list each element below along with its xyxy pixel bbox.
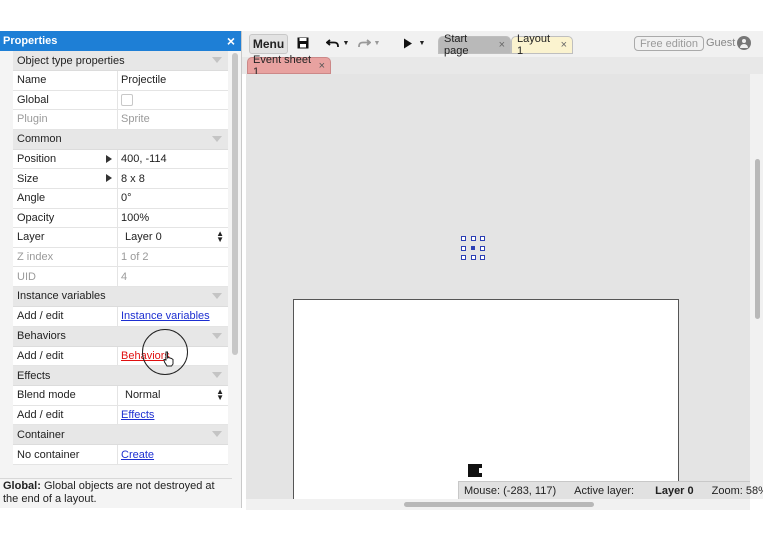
- prop-row-name: Name Projectile: [13, 71, 228, 91]
- play-icon[interactable]: [402, 35, 414, 51]
- section-object-type[interactable]: Object type properties: [13, 51, 228, 71]
- collapse-icon[interactable]: [212, 292, 222, 299]
- create-container-link[interactable]: Create: [121, 449, 154, 461]
- redo-icon[interactable]: [357, 35, 371, 51]
- resize-handle[interactable]: [480, 245, 485, 251]
- resize-handle[interactable]: [480, 255, 485, 260]
- zoom-level: Zoom: 58%: [711, 484, 763, 497]
- canvas-vertical-scrollbar[interactable]: [750, 74, 763, 499]
- prop-row-global: Global: [13, 90, 228, 111]
- redo-dropdown-icon[interactable]: ▼: [373, 35, 381, 51]
- position-field[interactable]: 400, -114: [118, 150, 228, 169]
- prop-row-layer: Layer Layer 0 ▲ ▼: [13, 228, 228, 248]
- prop-row-zindex: Z index 1 of 2: [13, 247, 228, 268]
- prop-row-position: Position 400, -114: [13, 149, 228, 170]
- properties-title: Properties: [3, 35, 58, 47]
- section-common[interactable]: Common: [13, 129, 228, 150]
- resize-handle[interactable]: [480, 236, 485, 241]
- section-behaviors[interactable]: Behaviors: [13, 326, 228, 347]
- collapse-icon[interactable]: [212, 372, 222, 379]
- properties-grid: Object type properties Name Projectile Gl…: [13, 51, 228, 465]
- status-bar: Mouse: (-283, 117) Active layer: Layer 0…: [458, 481, 763, 499]
- origin-point: [471, 246, 475, 250]
- prop-row-plugin: Plugin Sprite: [13, 110, 228, 130]
- resize-handle[interactable]: [461, 255, 466, 260]
- canvas-horizontal-scrollbar[interactable]: [246, 499, 750, 510]
- layer-select[interactable]: Layer 0 ▲ ▼: [118, 228, 228, 247]
- global-checkbox[interactable]: [121, 93, 133, 106]
- scroll-thumb[interactable]: [404, 502, 594, 507]
- prop-row-behaviors: Add / edit Behaviors: [13, 346, 228, 367]
- prop-row-effects: Add / edit Effects: [13, 405, 228, 426]
- prop-row-instance-variables: Add / edit Instance variables: [13, 306, 228, 327]
- player-sprite[interactable]: [468, 464, 482, 477]
- expand-icon[interactable]: [106, 154, 112, 163]
- layout-area[interactable]: [293, 299, 679, 509]
- properties-panel: Properties × Object type properties Name…: [0, 31, 242, 508]
- prop-row-container: No container Create: [13, 445, 228, 465]
- scroll-thumb[interactable]: [755, 159, 760, 319]
- properties-title-bar: Properties ×: [0, 31, 241, 51]
- user-name: Guest: [706, 37, 736, 49]
- instance-variables-link[interactable]: Instance variables: [121, 310, 210, 322]
- select-arrows-icon: ▲ ▼: [216, 387, 224, 403]
- collapse-icon[interactable]: [212, 431, 222, 438]
- edition-badge[interactable]: Free edition: [634, 36, 704, 51]
- collapse-icon[interactable]: [212, 57, 222, 63]
- tab-layout-1[interactable]: Layout 1 ×: [511, 33, 573, 57]
- properties-scrollbar[interactable]: [232, 53, 238, 355]
- prop-row-size: Size 8 x 8: [13, 169, 228, 189]
- collapse-icon[interactable]: [212, 332, 222, 339]
- undo-dropdown-icon[interactable]: ▼: [342, 35, 350, 51]
- layout-canvas[interactable]: [246, 74, 750, 509]
- angle-field[interactable]: 0°: [118, 189, 228, 208]
- resize-handle[interactable]: [461, 245, 466, 251]
- close-tab-icon[interactable]: ×: [561, 39, 567, 51]
- save-icon[interactable]: [296, 35, 310, 51]
- menu-button[interactable]: Menu: [249, 34, 288, 54]
- close-icon[interactable]: ×: [227, 33, 235, 49]
- selected-sprite[interactable]: [461, 236, 485, 260]
- resize-handle[interactable]: [470, 255, 476, 260]
- effects-link[interactable]: Effects: [121, 409, 154, 421]
- size-field[interactable]: 8 x 8: [118, 169, 228, 188]
- play-dropdown-icon[interactable]: ▼: [418, 35, 426, 51]
- properties-help-text: Global: Global objects are not destroyed…: [0, 478, 232, 508]
- active-layer: Active layer: Layer 0: [574, 484, 694, 497]
- close-tab-icon[interactable]: ×: [319, 60, 325, 72]
- sub-tab-bar: Event sheet 1 ×: [242, 54, 763, 78]
- section-instance-variables[interactable]: Instance variables: [13, 286, 228, 307]
- user-account-icon[interactable]: [737, 36, 751, 50]
- main-toolbar: Menu ▼ ▼ ▼ Start page × Layout 1 × Free ed…: [242, 31, 763, 57]
- collapse-icon[interactable]: [212, 135, 222, 142]
- section-container[interactable]: Container: [13, 425, 228, 446]
- section-effects[interactable]: Effects: [13, 366, 228, 387]
- prop-row-blend-mode: Blend mode Normal ▲ ▼: [13, 386, 228, 406]
- expand-icon[interactable]: [106, 174, 112, 183]
- prop-row-angle: Angle 0°: [13, 188, 228, 209]
- select-arrows-icon: ▲ ▼: [216, 229, 224, 245]
- hand-cursor-icon: [163, 351, 174, 367]
- resize-handle[interactable]: [470, 236, 476, 241]
- blend-mode-select[interactable]: Normal ▲ ▼: [118, 386, 228, 405]
- name-field[interactable]: Projectile: [118, 71, 228, 90]
- opacity-field[interactable]: 100%: [118, 209, 228, 228]
- prop-row-opacity: Opacity 100%: [13, 208, 228, 229]
- tab-event-sheet-1[interactable]: Event sheet 1 ×: [247, 54, 331, 78]
- close-tab-icon[interactable]: ×: [499, 39, 505, 51]
- mouse-coordinates: Mouse: (-283, 117): [464, 484, 557, 497]
- undo-icon[interactable]: [326, 35, 340, 51]
- tab-start-page[interactable]: Start page ×: [438, 33, 511, 57]
- resize-handle[interactable]: [461, 236, 466, 241]
- prop-row-uid: UID 4: [13, 267, 228, 287]
